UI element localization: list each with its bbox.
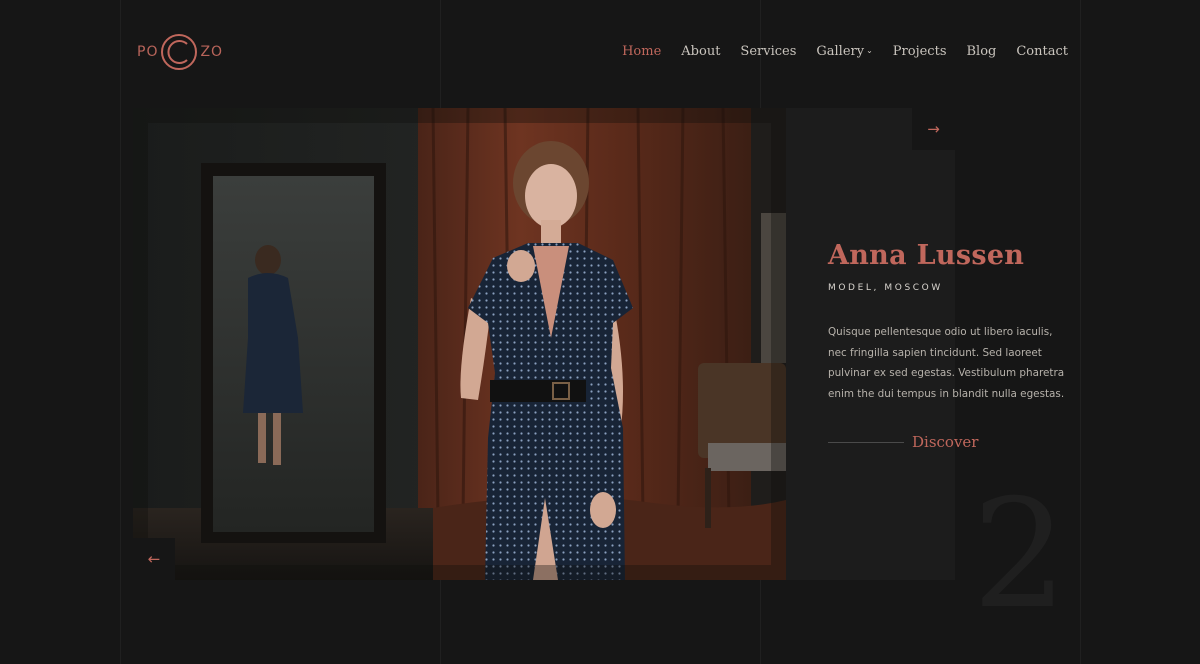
model-portrait-photo — [133, 108, 786, 580]
logo[interactable]: PO ZO — [137, 30, 223, 74]
page: PO ZO Home About Services Gallery ⌄ Proje… — [0, 0, 1200, 664]
arrow-right-icon: → — [927, 120, 940, 138]
slide-number: 2 — [972, 468, 1068, 642]
logo-mark-icon — [161, 34, 198, 70]
nav-item-home[interactable]: Home — [622, 44, 661, 59]
logo-text-right: ZO — [200, 44, 224, 60]
discover-label: Discover — [912, 433, 979, 451]
nav-item-blog[interactable]: Blog — [967, 44, 997, 59]
model-name: Anna Lussen — [828, 240, 1025, 271]
logo-text-left: PO — [137, 44, 159, 60]
nav-item-about[interactable]: About — [681, 44, 720, 59]
nav-item-gallery-label: Gallery — [816, 44, 865, 59]
discover-link[interactable]: Discover — [828, 433, 978, 451]
model-description: Quisque pellentesque odio ut libero iacu… — [828, 326, 1065, 400]
guide-line — [1080, 0, 1081, 664]
guide-line — [120, 0, 121, 664]
main-nav: Home About Services Gallery ⌄ Projects Bl… — [602, 44, 1068, 59]
nav-item-contact[interactable]: Contact — [1016, 44, 1068, 59]
prev-slide-button[interactable]: ← — [133, 538, 175, 580]
nav-item-gallery[interactable]: Gallery ⌄ — [816, 44, 872, 59]
chevron-down-icon: ⌄ — [866, 46, 873, 55]
next-slide-button[interactable]: → — [912, 108, 955, 150]
nav-item-projects[interactable]: Projects — [893, 44, 947, 59]
model-role: MODEL, MOSCOW — [828, 283, 943, 293]
nav-item-services[interactable]: Services — [740, 44, 796, 59]
arrow-left-icon: ← — [147, 550, 161, 568]
discover-line — [828, 441, 904, 443]
